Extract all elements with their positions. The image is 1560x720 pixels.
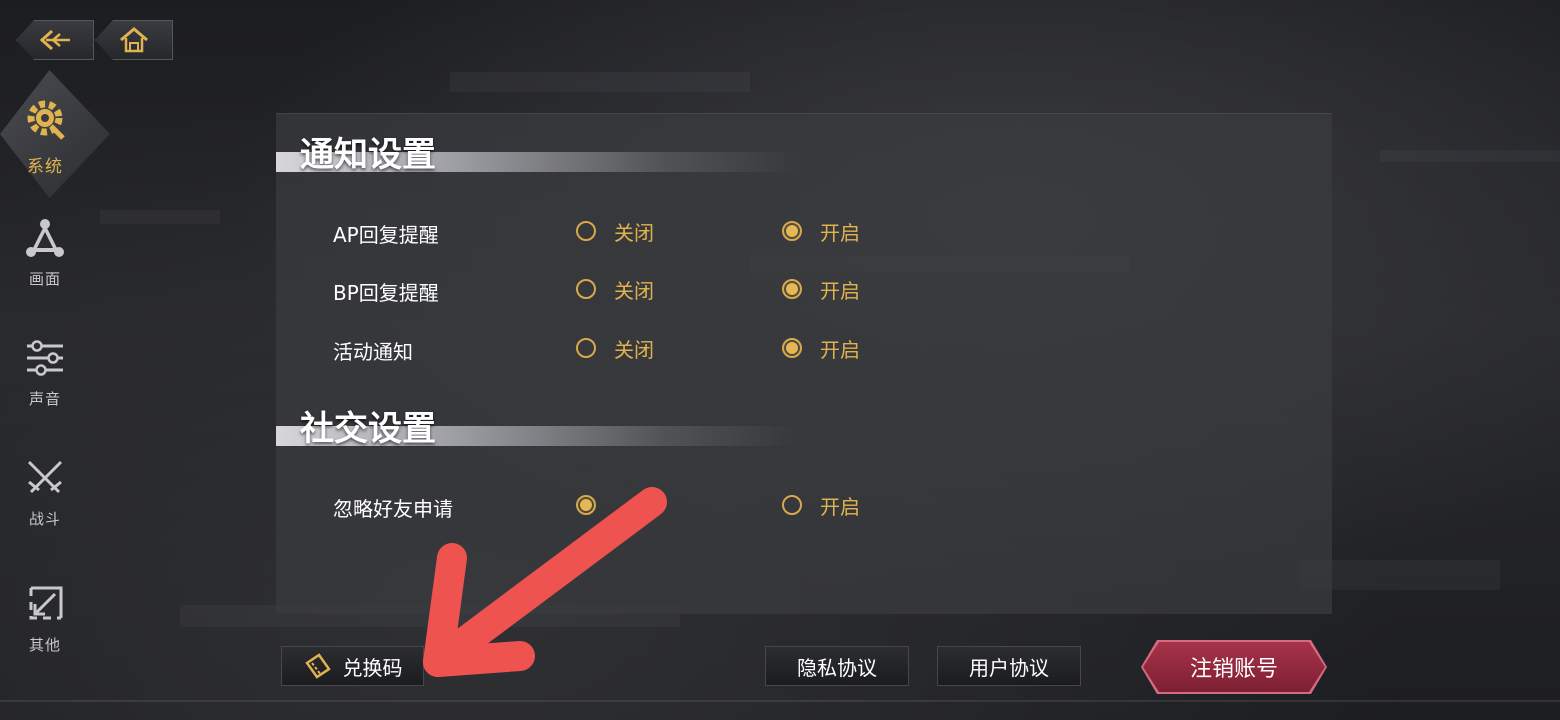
crossed-swords-icon <box>23 458 67 502</box>
home-icon <box>118 26 150 54</box>
option-label: 开启 <box>820 337 860 362</box>
privacy-policy-button[interactable]: 隐私协议 <box>765 646 909 686</box>
gear-icon <box>21 96 69 146</box>
radio-option-off[interactable]: 关闭 <box>576 273 654 305</box>
back-arrow-icon <box>38 28 72 52</box>
section-title-text: 社交设置 <box>300 409 436 449</box>
option-label: 关闭 <box>614 220 654 245</box>
radio-selected-icon <box>782 279 802 299</box>
setting-label: 忽略好友申请 <box>333 497 453 521</box>
sidebar-item-label: 战斗 <box>28 510 61 528</box>
back-button[interactable] <box>16 20 94 60</box>
option-label: 开启 <box>820 278 860 303</box>
sidebar-item-system[interactable]: 系统 <box>0 96 90 177</box>
option-label: 开启 <box>820 220 860 245</box>
privacy-policy-label: 隐私协议 <box>797 655 877 680</box>
radio-unselected-icon <box>782 495 802 515</box>
radio-selected-icon <box>576 495 596 515</box>
user-agreement-button[interactable]: 用户协议 <box>937 646 1081 686</box>
bg-decoration <box>450 72 750 92</box>
radio-selected-icon <box>782 221 802 241</box>
section-title-notifications: 通知设置 <box>276 138 796 172</box>
setting-row-bp-reminder: BP回复提醒 关闭 开启 <box>276 273 1176 306</box>
option-label: 关闭 <box>614 278 654 303</box>
triangle-nodes-icon <box>23 218 67 262</box>
cancel-account-button[interactable]: 注销账号 <box>1141 640 1327 694</box>
setting-label: AP回复提醒 <box>333 223 439 247</box>
settings-screen: 系统 画面 声音 战斗 其他 通知设置 AP回复提醒 关闭 开启 BP回复提醒 … <box>0 0 1560 720</box>
option-label: 开启 <box>820 494 860 519</box>
radio-unselected-icon <box>576 279 596 299</box>
cancel-account-label: 注销账号 <box>1189 657 1278 682</box>
sidebar-item-label: 系统 <box>27 157 63 177</box>
radio-option-on[interactable]: 开启 <box>782 215 860 247</box>
sidebar-item-sound[interactable]: 声音 <box>0 338 90 409</box>
setting-row-ap-reminder: AP回复提醒 关闭 开启 <box>276 215 1176 248</box>
radio-option-off[interactable]: 关闭 <box>576 332 654 364</box>
radio-unselected-icon <box>576 338 596 358</box>
sidebar-item-label: 画面 <box>28 270 61 288</box>
radio-option-on[interactable]: 开启 <box>782 489 860 521</box>
radio-option-off[interactable] <box>576 489 614 521</box>
section-title-text: 通知设置 <box>300 135 436 175</box>
sliders-icon <box>23 338 67 382</box>
radio-option-on[interactable]: 开启 <box>782 273 860 305</box>
option-label: 关闭 <box>614 337 654 362</box>
sidebar-item-label: 其他 <box>28 636 61 654</box>
redeem-code-label: 兑换码 <box>342 655 403 680</box>
home-button[interactable] <box>95 20 173 60</box>
radio-unselected-icon <box>576 221 596 241</box>
bg-decoration <box>100 210 220 224</box>
ticket-icon <box>303 653 333 679</box>
setting-label: BP回复提醒 <box>333 281 439 305</box>
radio-option-off[interactable]: 关闭 <box>576 215 654 247</box>
settings-panel: 通知设置 AP回复提醒 关闭 开启 BP回复提醒 关闭 开启 活动通知 关闭 开… <box>276 113 1332 614</box>
section-title-social: 社交设置 <box>276 412 796 446</box>
sidebar-item-battle[interactable]: 战斗 <box>0 458 90 529</box>
setting-row-event-notification: 活动通知 关闭 开启 <box>276 332 1176 365</box>
redeem-code-button[interactable]: 兑换码 <box>281 646 424 686</box>
sidebar-item-label: 声音 <box>28 390 61 408</box>
setting-label: 活动通知 <box>333 340 413 364</box>
user-agreement-label: 用户协议 <box>969 655 1049 680</box>
sidebar-item-display[interactable]: 画面 <box>0 218 90 289</box>
radio-option-on[interactable]: 开启 <box>782 332 860 364</box>
bg-line <box>0 700 1560 702</box>
setting-row-ignore-friend-requests: 忽略好友申请 开启 <box>276 489 1176 522</box>
bg-decoration <box>1380 150 1560 162</box>
sidebar-item-other[interactable]: 其他 <box>0 584 90 655</box>
radio-selected-icon <box>782 338 802 358</box>
diagonal-arrow-icon <box>23 584 67 628</box>
